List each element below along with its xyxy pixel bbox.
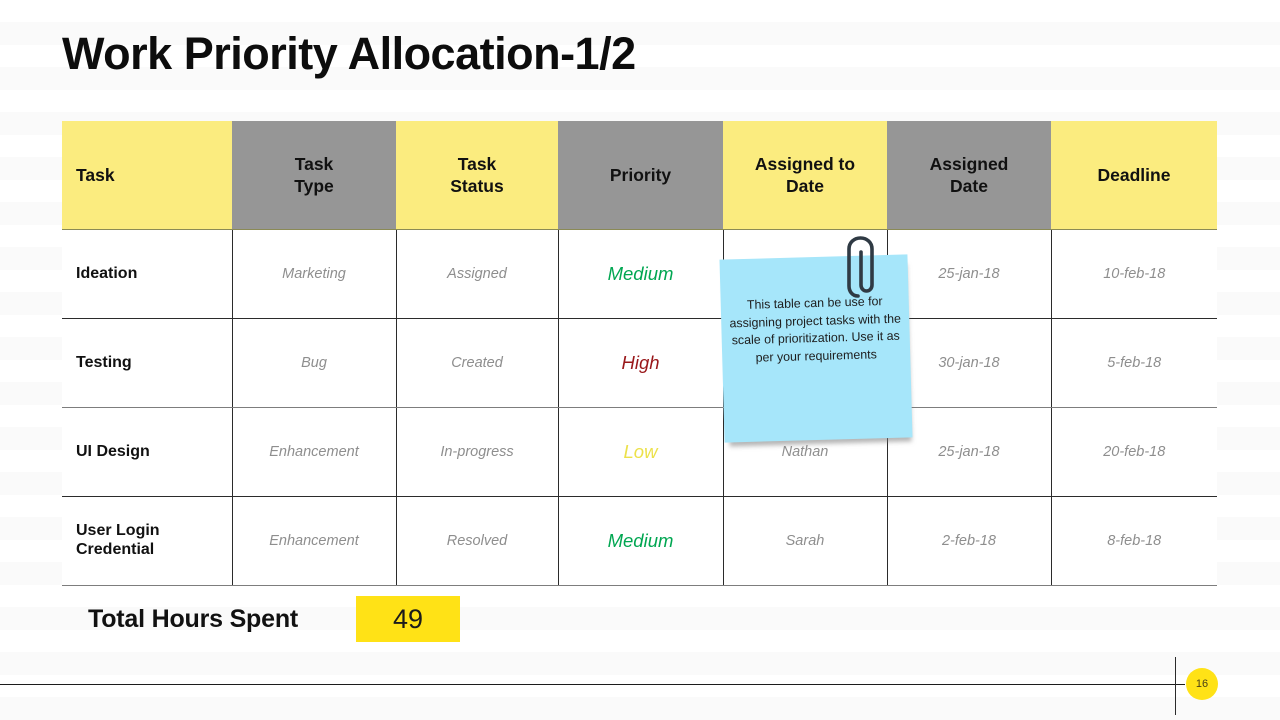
cell-assigned-to-date: Sarah [723, 496, 888, 586]
column-header-label: Priority [609, 164, 672, 185]
work-priority-table-wrap: Task Task Type Task Status Priority Assi [62, 121, 1217, 586]
column-header-label-line1: Task [457, 153, 497, 174]
cell-task-status: Resolved [396, 496, 559, 586]
table-row: User Login Credential Enhancement Resolv… [62, 496, 1217, 586]
cell-priority: Medium [558, 229, 724, 319]
column-header-label-line1: Assigned to [754, 153, 856, 174]
total-hours-box: 49 [356, 596, 460, 642]
cell-deadline: 8-feb-18 [1051, 496, 1217, 586]
column-header-label-line1: Task [294, 153, 334, 174]
column-header-label-line2: Date [786, 176, 824, 196]
cell-deadline: 20-feb-18 [1051, 407, 1217, 497]
cell-task-line2: Credential [76, 541, 155, 558]
cell-priority: Low [558, 407, 724, 497]
cell-task-type: Enhancement [232, 407, 397, 497]
footer-divider-line [0, 684, 1185, 685]
column-header-assigned-to-date: Assigned to Date [723, 121, 887, 230]
priority-value: Medium [607, 263, 674, 284]
column-header-label-line2: Date [950, 176, 988, 196]
column-header-priority: Priority [558, 121, 723, 230]
cell-task-status: In-progress [396, 407, 559, 497]
cell-task-status: Assigned [396, 229, 559, 319]
table-row: Ideation Marketing Assigned Medium 25-ja… [62, 229, 1217, 319]
priority-value: High [621, 352, 660, 373]
column-header-deadline: Deadline [1051, 121, 1217, 230]
column-header-assigned-date: Assigned Date [887, 121, 1051, 230]
table-header-row: Task Task Type Task Status Priority Assi [62, 121, 1217, 230]
cell-task-type: Bug [232, 318, 397, 408]
column-header-label-line2: Status [450, 176, 504, 196]
page-number-badge: 16 [1186, 668, 1218, 700]
slide-canvas: Work Priority Allocation-1/2 Task Task T… [0, 0, 1280, 720]
column-header-label: Deadline [1097, 164, 1171, 185]
cell-task: UI Design [62, 407, 233, 497]
table-row: Testing Bug Created High 30-jan-18 5-feb… [62, 318, 1217, 408]
table-row: UI Design Enhancement In-progress Low Na… [62, 407, 1217, 497]
page-title: Work Priority Allocation-1/2 [62, 28, 636, 79]
column-header-task: Task [62, 121, 232, 230]
column-header-label-line1: Assigned [929, 153, 1009, 174]
priority-value: Medium [607, 530, 674, 551]
footer-vertical-divider [1175, 657, 1176, 715]
cell-task: Ideation [62, 229, 233, 319]
sticky-note-text: This table can be use for assigning proj… [729, 294, 902, 365]
column-header-task-status: Task Status [396, 121, 558, 230]
priority-value: Low [623, 441, 658, 462]
cell-priority: High [558, 318, 724, 408]
total-hours-value: 49 [392, 603, 424, 634]
cell-assigned-date: 25-jan-18 [887, 229, 1052, 319]
cell-task-type: Enhancement [232, 496, 397, 586]
column-header-label-line2: Type [294, 176, 334, 196]
cell-assigned-date: 30-jan-18 [887, 318, 1052, 408]
cell-task-status: Created [396, 318, 559, 408]
total-hours-label: Total Hours Spent [88, 605, 299, 633]
cell-task: Testing [62, 318, 233, 408]
cell-task-type: Marketing [232, 229, 397, 319]
cell-assigned-date: 2-feb-18 [887, 496, 1052, 586]
cell-task-line1: User Login [76, 522, 160, 540]
cell-task: User Login Credential [62, 496, 233, 586]
cell-deadline: 5-feb-18 [1051, 318, 1217, 408]
paperclip-icon [847, 236, 874, 298]
work-priority-table: Task Task Type Task Status Priority Assi [62, 121, 1217, 586]
cell-priority: Medium [558, 496, 724, 586]
column-header-task-type: Task Type [232, 121, 396, 230]
cell-deadline: 10-feb-18 [1051, 229, 1217, 319]
column-header-label: Task [76, 164, 115, 185]
